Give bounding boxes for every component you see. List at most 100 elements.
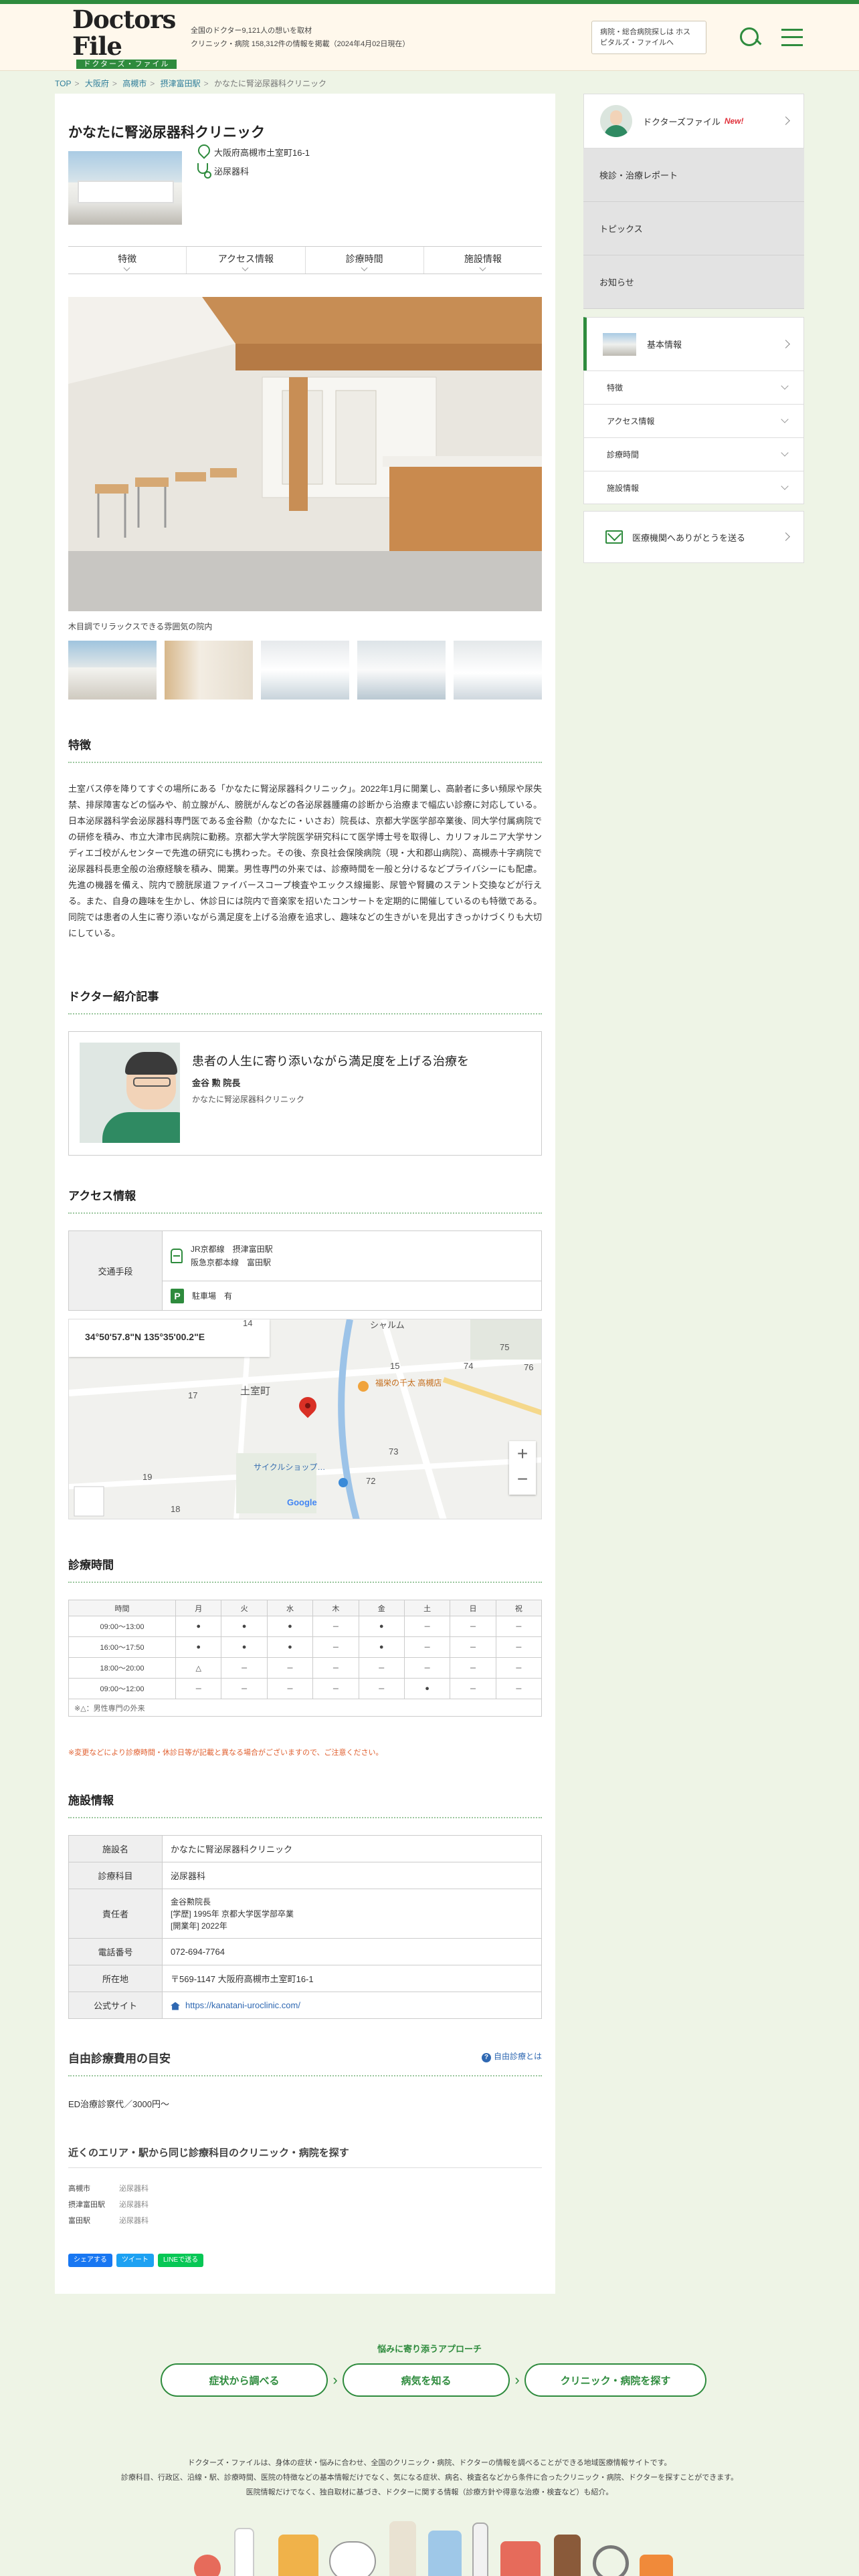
breadcrumb-current: かなたに腎泌尿器科クリニック	[213, 79, 326, 88]
clinic-main-panel: かなたに腎泌尿器科クリニック 大阪府高槻市土室町16-1 泌尿器科 特徴 アクセ…	[55, 94, 555, 2294]
doctor-name: 金谷 勲 院長	[192, 1078, 241, 1088]
line-share-button[interactable]: LINEで送る	[158, 2254, 204, 2267]
hamburger-menu-icon[interactable]	[781, 28, 803, 46]
chevron-down-icon	[479, 264, 486, 272]
gallery-thumbnail[interactable]	[66, 639, 159, 702]
sidebar-doctors-file[interactable]: ドクターズファイル New!	[583, 94, 804, 148]
learn-disease-button[interactable]: 病気を知る	[343, 2363, 510, 2397]
header-tagline: 全国のドクター9,121人の想いを取材 クリニック・病院 158,312件の情報…	[191, 24, 409, 51]
stethoscope-icon	[197, 163, 211, 179]
google-map[interactable]: 34°50'57.8"N 135°35'00.2"E 土室町 福栄の千太 高槻店…	[68, 1319, 542, 1519]
section-tabs: 特徴 アクセス情報 診療時間 施設情報	[68, 246, 542, 274]
clinic-interior-photo	[68, 297, 542, 611]
hours-head-row: 時間月火水木金土日祝	[68, 1600, 543, 1616]
tab-access[interactable]: アクセス情報	[186, 247, 304, 274]
sidebar-item-basic-info[interactable]: 基本情報	[583, 317, 804, 370]
google-logo: Google	[287, 1497, 317, 1507]
hours-note: ※△：男性専門の外来	[68, 1699, 542, 1717]
logo-text: Doctors File	[72, 4, 176, 61]
chevron-down-icon	[781, 382, 789, 390]
share-buttons: シェアする ツイート LINEで送る	[68, 2254, 204, 2267]
doctor-heading: ドクター紹介記事	[68, 987, 542, 1014]
avatar	[600, 105, 632, 137]
facility-name: かなたに腎泌尿器科クリニック	[162, 1835, 542, 1862]
sidebar-sub-access[interactable]: アクセス情報	[583, 404, 804, 437]
sidebar-sub-hours[interactable]: 診療時間	[583, 437, 804, 471]
map-cycle-label: サイクルショップ…	[254, 1463, 326, 1472]
sidebar-sub-facility[interactable]: 施設情報	[583, 471, 804, 504]
hours-row: 18:00〜20:00 △ －－－－－－－	[68, 1657, 543, 1679]
chevron-right-icon	[781, 339, 790, 348]
sidebar-sub-features[interactable]: 特徴	[583, 370, 804, 404]
zoom-out-button[interactable]: −	[509, 1467, 536, 1492]
tab-hours[interactable]: 診療時間	[304, 247, 423, 274]
gallery-thumbnail[interactable]	[357, 641, 446, 700]
hours-row: 09:00〜13:00 ● ● ● － ● －－－	[68, 1616, 543, 1637]
facility-address: 〒569-1147 大阪府高槻市土室町16-1	[162, 1965, 542, 1992]
clinic-address: 大阪府高槻市土室町16-1	[214, 147, 310, 158]
breadcrumb-station[interactable]: 摂津富田駅	[161, 79, 201, 88]
mail-icon	[605, 530, 623, 544]
sidebar-item-topics[interactable]: トピックス	[583, 202, 804, 255]
tab-facility[interactable]: 施設情報	[423, 247, 542, 274]
breadcrumb: TOP > 大阪府 > 高槻市 > 摂津富田駅 > かなたに腎泌尿器科クリニック	[55, 79, 326, 88]
facebook-share-button[interactable]: シェアする	[68, 2254, 112, 2267]
doctor-article-card[interactable]: 患者の人生に寄り添いながら満足度を上げる治療を 金谷 勲 院長 かなたに腎泌尿器…	[68, 1031, 542, 1156]
site-logo[interactable]: Doctors File ドクターズ・ファイル	[72, 6, 183, 69]
map-shop-label: 福栄の千太 高槻店	[375, 1378, 442, 1388]
chevron-down-icon	[123, 264, 130, 272]
gallery-thumbnail[interactable]	[454, 641, 542, 700]
search-icon[interactable]	[739, 26, 761, 49]
chevron-down-icon	[242, 264, 249, 272]
features-heading: 特徴	[68, 736, 542, 763]
facility-table: 施設名 かなたに腎泌尿器科クリニック 診療科目 泌尿器科 責任者 金谷勲院長 [学歴]…	[68, 1835, 542, 2019]
parking-info: 駐車場 有	[192, 1291, 233, 1301]
access-table: 交通手段 JR京都線 摂津富田駅 阪急京都本線 富田駅 P 駐車場 有	[68, 1230, 542, 1311]
chevron-down-icon	[781, 415, 789, 423]
breadcrumb-top[interactable]: TOP	[55, 79, 71, 88]
nearby-heading: 近くのエリア・駅から同じ診療科目のクリニック・病院を探す	[68, 2145, 542, 2168]
clinic-address-line: 大阪府高槻市土室町16-1	[197, 144, 310, 159]
sidebar-item-news[interactable]: お知らせ	[583, 255, 804, 309]
parking-icon: P	[171, 1288, 184, 1303]
official-site-link[interactable]: https://kanatani-uroclinic.com/	[185, 2000, 300, 2010]
train-line-1: JR京都線 摂津富田駅	[191, 1245, 273, 1254]
train-line-2: 阪急京都本線 富田駅	[191, 1258, 272, 1267]
new-badge: New!	[724, 116, 744, 126]
site-header: Doctors File ドクターズ・ファイル 全国のドクター9,121人の想い…	[0, 4, 859, 71]
send-thanks-button[interactable]: 医療機関へありがとうを送る	[583, 511, 804, 563]
approach-heading: 悩みに寄り添うアプローチ	[377, 2344, 482, 2354]
tagline-line-2: クリニック・病院 158,312件の情報を掲載（2024年4月02日現在）	[191, 39, 410, 48]
nearby-row[interactable]: 富田駅 泌尿器科	[68, 2215, 149, 2226]
breadcrumb-prefecture[interactable]: 大阪府	[85, 79, 109, 88]
hours-table: 時間月火水木金土日祝 09:00〜13:00 ● ● ● － ● －－－ 16:00〜17:…	[68, 1600, 543, 1717]
gallery-thumbnail[interactable]	[165, 641, 253, 700]
breadcrumb-city[interactable]: 高槻市	[122, 79, 147, 88]
approach-buttons: 症状から調べる › 病気を知る › クリニック・病院を探す	[161, 2363, 706, 2397]
gallery-thumbnail[interactable]	[261, 641, 349, 700]
chevron-down-icon	[361, 264, 368, 272]
hospitals-file-link[interactable]: 病院・総合病院探しは ホスピタルズ・ファイルへ	[591, 20, 706, 54]
find-clinic-button[interactable]: クリニック・病院を探す	[524, 2363, 706, 2397]
facility-director: 金谷勲院長 [学歴] 1995年 京都大学医学部卒業 [開業年] 2022年	[162, 1889, 542, 1939]
nearby-row[interactable]: 摂津富田駅 泌尿器科	[68, 2199, 149, 2210]
sidebar-item-report[interactable]: 検診・治療レポート	[583, 148, 804, 202]
home-icon	[171, 2002, 180, 2010]
clinic-thumbnail	[603, 332, 636, 356]
sidebar: ドクターズファイル New! 検診・治療レポート トピックス お知らせ 基本情報 …	[583, 94, 804, 563]
nearby-row[interactable]: 高槻市 泌尿器科	[68, 2183, 149, 2193]
medical-illustration	[185, 2514, 680, 2576]
hours-warning: ※変更などにより診療時間・休診日等が記載と異なる場合がございますので、ご注意くだ…	[68, 1749, 383, 1757]
zoom-in-button[interactable]: +	[509, 1441, 536, 1467]
search-by-symptom-button[interactable]: 症状から調べる	[161, 2363, 328, 2397]
tab-features[interactable]: 特徴	[68, 247, 186, 274]
facility-heading: 施設情報	[68, 1791, 542, 1818]
twitter-tweet-button[interactable]: ツイート	[116, 2254, 154, 2267]
chevron-right-icon	[781, 532, 790, 541]
photo-gallery	[66, 639, 542, 702]
doctor-clinic: かなたに腎泌尿器科クリニック	[192, 1095, 305, 1104]
tagline-line-1: 全国のドクター9,121人の想いを取材	[191, 26, 312, 35]
map-zoom-control[interactable]: + −	[509, 1441, 536, 1495]
free-treatment-help-link[interactable]: 自由診療とは	[482, 2050, 542, 2062]
doctor-article-title: 患者の人生に寄り添いながら満足度を上げる治療を	[192, 1055, 469, 1068]
